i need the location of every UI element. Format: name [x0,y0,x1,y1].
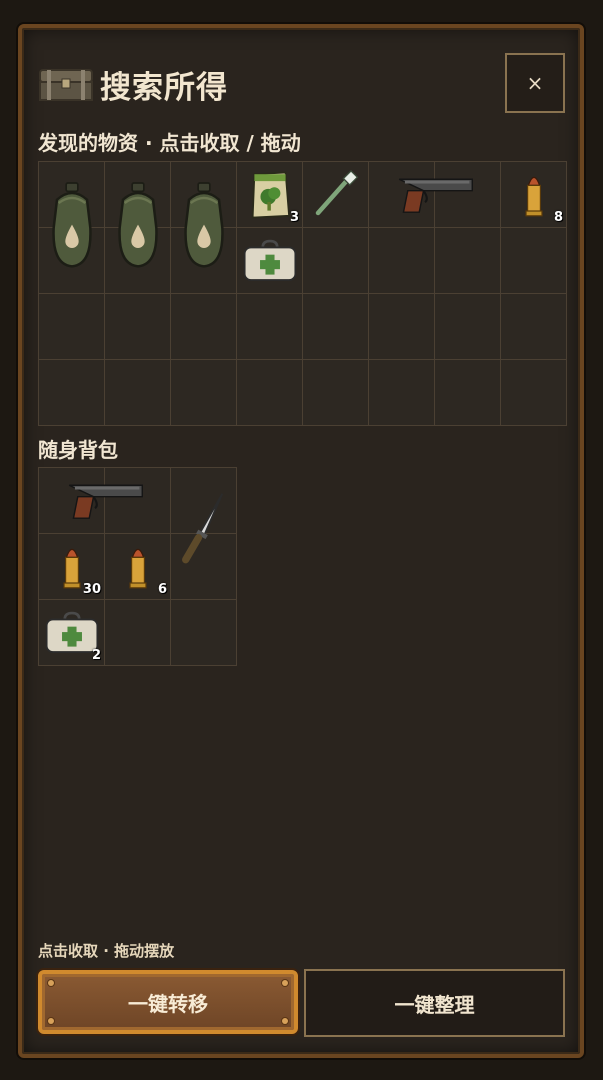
backpack-item-knife[interactable] [171,468,236,599]
rivet [48,980,54,986]
found-slot[interactable] [105,294,170,359]
found-slot[interactable] [501,294,566,359]
backpack-section-label: 随身背包 [38,438,118,462]
transfer-all-button[interactable]: 一键转移 [38,970,298,1034]
transfer-all-label: 一键转移 [128,991,208,1016]
item-quantity: 3 [289,210,299,225]
backpack-grid: 30 6 2 [38,467,237,666]
close-button[interactable]: × [505,53,565,113]
found-items-grid: 38 [38,161,567,426]
rivet [282,980,288,986]
found-slot[interactable] [501,228,566,293]
found-slot[interactable] [369,294,434,359]
canteen-icon [111,178,165,278]
found-slot[interactable] [105,360,170,425]
found-slot[interactable] [369,228,434,293]
backpack-item-pistol[interactable] [39,468,170,533]
pistol-icon [62,473,148,529]
item-quantity: 30 [82,582,101,597]
found-item-canteen[interactable] [171,162,236,293]
rivet [282,1018,288,1024]
item-quantity: 8 [553,210,563,225]
found-item-canteen[interactable] [105,162,170,293]
backpack-item-bullet[interactable]: 30 [39,534,104,599]
found-slot[interactable] [39,294,104,359]
bullet-icon [60,541,84,593]
found-item-canteen[interactable] [39,162,104,293]
backpack-item-bullet[interactable]: 6 [105,534,170,599]
found-slot[interactable] [435,360,500,425]
backpack-slot[interactable] [105,600,170,665]
found-section-label: 发现的物资 · 点击收取 / 拖动 [38,131,301,155]
bullet-icon [126,541,150,593]
sort-all-button[interactable]: 一键整理 [304,969,565,1037]
hint-text: 点击收取 · 拖动摆放 [38,942,175,960]
found-item-toothbrush[interactable] [303,162,368,227]
rivet [48,1018,54,1024]
found-slot[interactable] [303,294,368,359]
chest-icon [39,69,93,101]
backpack-slot[interactable] [171,600,236,665]
found-slot[interactable] [303,228,368,293]
found-item-bullet[interactable]: 8 [501,162,566,227]
found-item-pistol[interactable] [369,162,500,227]
found-slot[interactable] [171,360,236,425]
pistol-icon [392,167,478,223]
item-quantity: 2 [91,648,101,663]
found-slot[interactable] [171,294,236,359]
found-slot[interactable] [39,360,104,425]
found-slot[interactable] [369,360,434,425]
bullet-icon [522,169,546,221]
canteen-icon [45,178,99,278]
backpack-item-first-aid-kit[interactable]: 2 [39,600,104,665]
found-slot[interactable] [501,360,566,425]
found-slot[interactable] [435,294,500,359]
found-slot[interactable] [435,228,500,293]
found-slot[interactable] [237,360,302,425]
item-quantity: 6 [157,582,167,597]
knife-icon [176,479,232,589]
panel-header: 搜索所得 [38,62,228,106]
sort-all-label: 一键整理 [394,992,475,1017]
found-item-first-aid-kit[interactable] [237,228,302,293]
canteen-icon [177,178,231,278]
found-slot[interactable] [237,294,302,359]
found-slot[interactable] [303,360,368,425]
page-title: 搜索所得 [100,69,228,106]
toothbrush-icon [309,168,363,222]
found-item-vegetable-seeds[interactable]: 3 [237,162,302,227]
seed-packet-icon [244,167,296,223]
first-aid-kit-icon [241,238,299,284]
